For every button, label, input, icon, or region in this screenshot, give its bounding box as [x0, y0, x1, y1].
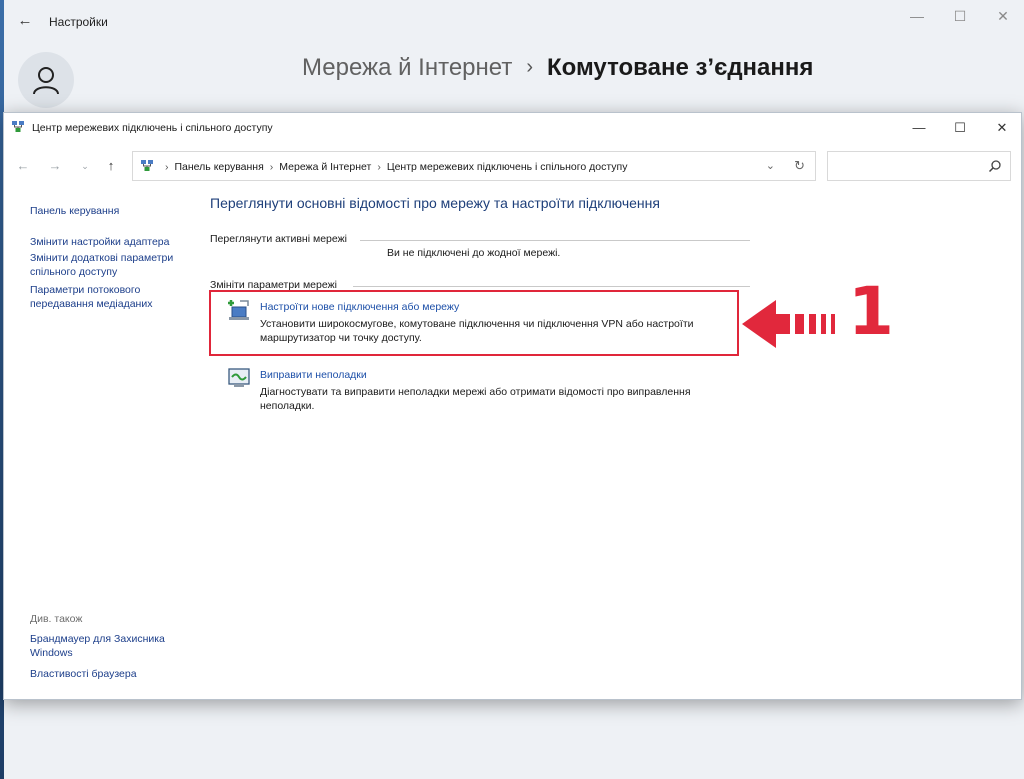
minimize-icon[interactable]: — [902, 117, 936, 139]
breadcrumb-current: Комутоване з’єднання [547, 54, 814, 81]
maximize-icon[interactable]: ☐ [945, 6, 975, 26]
sidebar-item-media-streaming[interactable]: Параметри потокового передавання медіада… [30, 284, 200, 311]
annotation-highlight-box [209, 290, 739, 356]
back-arrow-icon[interactable]: ← [12, 157, 34, 175]
breadcrumb: › Панель керування › Мережа й Інтернет › Цент… [159, 161, 627, 173]
task-troubleshoot: Виправити неполадки Діагностувати та вип… [226, 367, 726, 417]
back-arrow-icon[interactable]: ← [16, 12, 34, 30]
chevron-right-icon: › [165, 161, 169, 173]
maximize-icon[interactable]: ☐ [943, 117, 977, 139]
network-icon [141, 160, 153, 171]
breadcrumb-item[interactable]: Центр мережевих підключень і спільного д… [387, 161, 628, 173]
divider [360, 240, 750, 241]
sidebar-item-firewall[interactable]: Брандмауер для Захисника Windows [30, 633, 200, 660]
chevron-down-icon[interactable]: ⌄ [766, 159, 775, 172]
troubleshoot-description: Діагностувати та виправити неполадки мер… [260, 386, 691, 412]
window-title: Центр мережевих підключень і спільного д… [32, 122, 273, 134]
search-icon [988, 160, 1001, 173]
active-networks-heading: Переглянути активні мережі [210, 233, 347, 245]
chevron-right-icon[interactable]: › [270, 161, 274, 173]
divider [353, 286, 750, 287]
sidebar-item-sharing-settings[interactable]: Змінити додаткові параметри спільного до… [30, 252, 200, 279]
sidebar-item-browser-properties[interactable]: Властивості браузера [30, 668, 200, 682]
window-titlebar: Центр мережевих підключень і спільного д… [4, 113, 1021, 143]
annotation-number: 1 [848, 273, 894, 350]
breadcrumb-item[interactable]: Мережа й Інтернет [279, 161, 371, 173]
see-also-links: Брандмауер для Захисника Windows Властив… [30, 633, 200, 682]
close-icon[interactable]: ✕ [985, 117, 1019, 139]
address-row: ← → ⌄ ↑ › Панель керування › Мережа й Інтер… [4, 149, 1021, 183]
avatar[interactable] [18, 52, 74, 108]
troubleshoot-icon [228, 368, 250, 387]
refresh-icon[interactable]: ↻ [794, 158, 805, 174]
up-arrow-icon[interactable]: ↑ [100, 157, 122, 175]
forward-arrow-icon[interactable]: → [44, 157, 66, 175]
minimize-icon[interactable]: — [902, 6, 932, 26]
user-icon [33, 67, 59, 95]
sidebar: Панель керування Змінити настройки адапт… [30, 205, 200, 311]
sidebar-item-control-panel[interactable]: Панель керування [30, 205, 200, 219]
network-center-window: Центр мережевих підключень і спільного д… [3, 112, 1022, 700]
settings-titlebar: ← Настройки — ☐ ✕ [4, 0, 1024, 44]
settings-title: Настройки [49, 15, 108, 29]
breadcrumb-parent[interactable]: Мережа й Інтернет [302, 54, 512, 81]
breadcrumb-item[interactable]: Панель керування [175, 161, 264, 173]
chevron-right-icon: › [526, 56, 533, 78]
search-input[interactable] [827, 151, 1011, 181]
page-title: Переглянути основні відомості про мережу… [210, 195, 660, 211]
troubleshoot-link[interactable]: Виправити неполадки [260, 369, 367, 381]
see-also-heading: Див. також [30, 613, 83, 625]
address-bar[interactable]: › Панель керування › Мережа й Інтернет › Цент… [132, 151, 816, 181]
no-network-status: Ви не підключені до жодної мережі. [387, 247, 561, 259]
chevron-down-icon[interactable]: ⌄ [74, 157, 96, 175]
chevron-right-icon[interactable]: › [377, 161, 381, 173]
sidebar-item-adapter-settings[interactable]: Змінити настройки адаптера [30, 236, 200, 250]
network-icon [12, 121, 24, 132]
close-icon[interactable]: ✕ [988, 6, 1018, 26]
settings-breadcrumb: Мережа й Інтернет › Комутоване з’єднання [302, 54, 813, 82]
